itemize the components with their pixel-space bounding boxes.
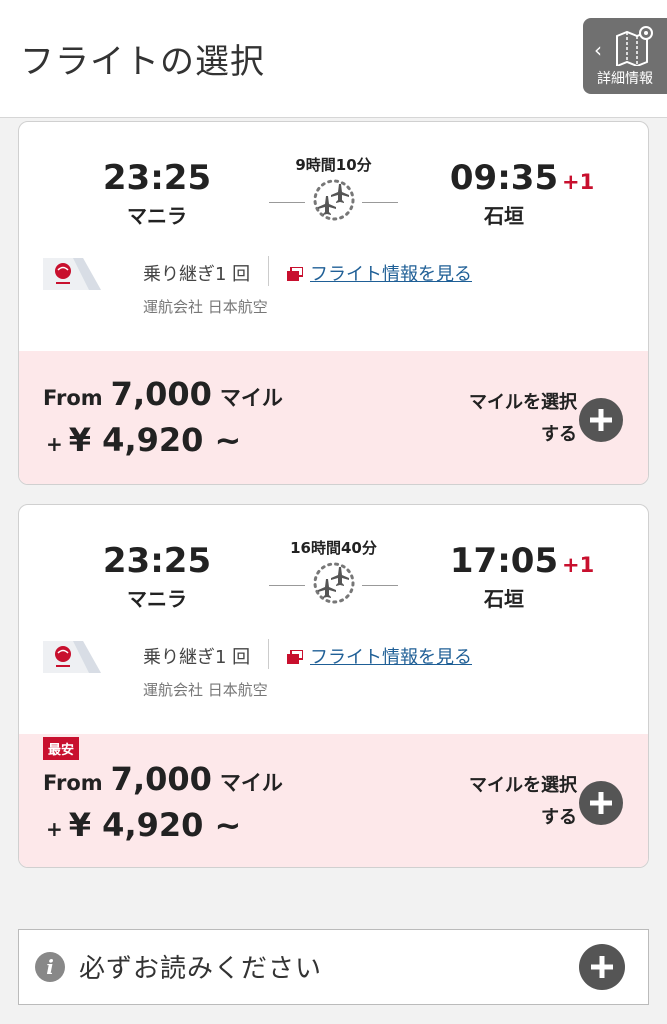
select-miles-label[interactable]: マイルを選択 する [417,387,577,451]
departure-time: 23:25 [102,541,212,581]
plus-icon[interactable] [579,944,625,990]
transfer-plane-icon [310,178,358,226]
map-pin-icon [613,24,657,70]
detail-info-button[interactable]: ‹ 詳細情報 [583,18,667,94]
info-icon: i [35,952,65,982]
page-title: フライトの選択 [20,42,265,82]
price-panel: From 7,000 マイル + ¥ 4,920 ~ マイルを選択 する [19,351,648,484]
flight-duration: 16時間40分 [290,539,377,557]
airline-logo [43,256,103,300]
notice-text: 必ずお読みください [79,954,323,984]
external-link-icon [287,266,304,285]
miles-unit: マイル [219,771,283,795]
select-miles-label[interactable]: マイルを選択 する [417,770,577,834]
miles-amount: 7,000 [110,760,212,798]
transfer-plane-icon [310,561,358,609]
stops-count: 乗り継ぎ1 回 [143,264,251,285]
flight-duration: 9時間10分 [295,156,372,174]
flight-info-link[interactable]: フライト情報を見る [310,643,472,669]
departure-city: マニラ [127,204,187,228]
yen-amount: ¥ 4,920 ~ [68,421,242,459]
detail-info-label: 詳細情報 [597,71,653,87]
miles-price: From 7,000 マイル [43,375,283,413]
route-line [362,202,398,203]
cheapest-badge: 最安 [43,737,80,760]
flight-info-link[interactable]: フライト情報を見る [310,260,472,286]
plus-icon[interactable] [579,398,623,442]
day-offset: +1 [562,553,595,577]
miles-price: From 7,000 マイル [43,760,283,798]
stops-count: 乗り継ぎ1 回 [143,647,251,668]
miles-unit: マイル [219,386,283,410]
arrival-city: 石垣 [484,587,524,611]
plus-sign: + [46,432,63,456]
operator-label: 運航会社 日本航空 [143,298,268,316]
airline-logo [43,639,103,683]
route-line [269,202,305,203]
divider [268,256,269,286]
day-offset: +1 [562,170,595,194]
yen-amount: ¥ 4,920 ~ [68,806,242,844]
arrival-time: 09:35 [449,158,559,198]
plus-sign: + [46,817,63,841]
price-panel: 最安 From 7,000 マイル + ¥ 4,920 ~ マイルを選択 する [19,734,648,867]
miles-amount: 7,000 [110,375,212,413]
yen-price: + ¥ 4,920 ~ [46,806,241,844]
external-link-icon [287,649,304,668]
yen-price: + ¥ 4,920 ~ [46,421,241,459]
from-label: From [43,771,103,795]
flight-card: 23:25 マニラ 9時間10分 09:35 +1 石垣 乗り継ぎ1 回 フライ… [18,121,649,485]
operator-label: 運航会社 日本航空 [143,681,268,699]
route-line [362,585,398,586]
route-line [269,585,305,586]
header-bar: フライトの選択 ‹ 詳細情報 [0,0,667,118]
chevron-left-icon: ‹ [594,38,602,62]
flight-card: 23:25 マニラ 16時間40分 17:05 +1 石垣 乗り継ぎ1 回 フラ… [18,504,649,868]
from-label: From [43,386,103,410]
departure-city: マニラ [127,587,187,611]
plus-icon[interactable] [579,781,623,825]
departure-time: 23:25 [102,158,212,198]
divider [268,639,269,669]
arrival-time: 17:05 [449,541,559,581]
arrival-city: 石垣 [484,204,524,228]
notice-panel[interactable]: i 必ずお読みください [18,929,649,1005]
